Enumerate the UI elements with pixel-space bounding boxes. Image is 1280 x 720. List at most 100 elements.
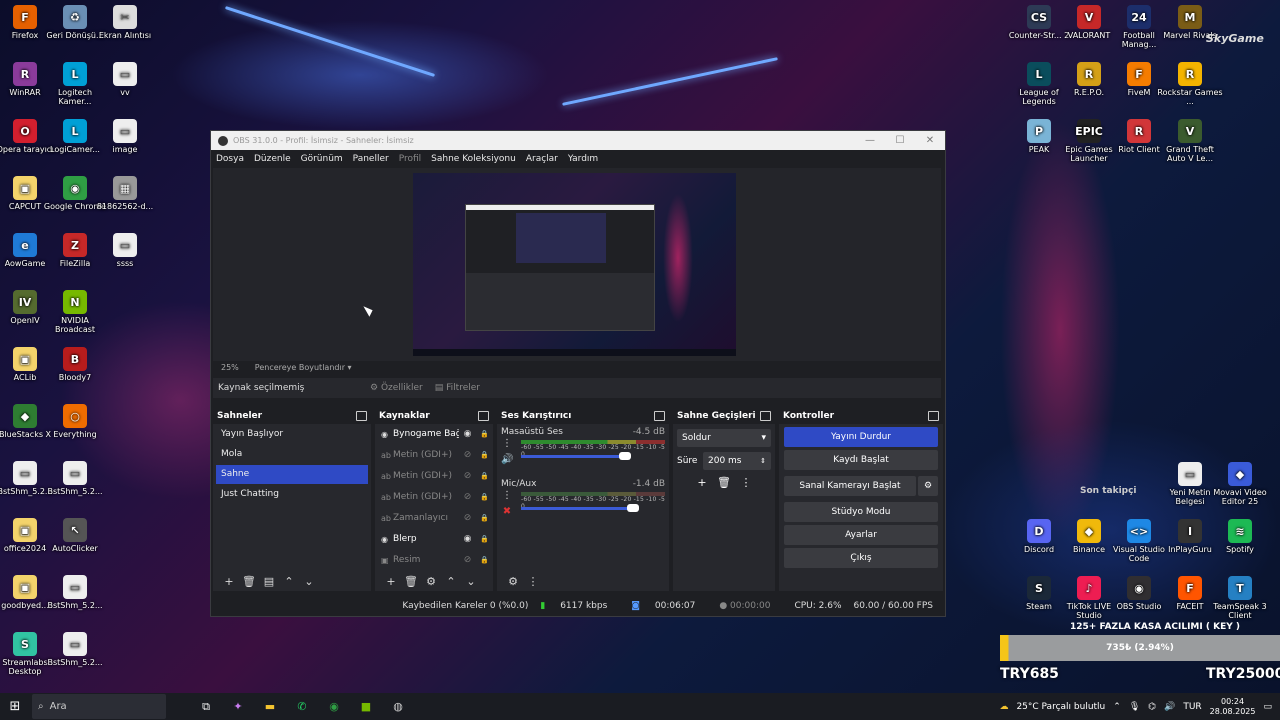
desktop-icon[interactable]: R Rockstar Games ... <box>1157 62 1223 106</box>
undock-icon[interactable] <box>928 411 939 421</box>
remove-source-icon[interactable]: 🗑 <box>401 575 421 588</box>
start-recording-button[interactable]: Kaydı Başlat <box>784 450 938 470</box>
taskbar-search[interactable]: ⌕ Ara <box>32 694 166 719</box>
channel-options-icon[interactable]: ⋮ <box>501 438 513 449</box>
menu-item[interactable]: Görünüm <box>296 154 348 164</box>
undock-icon[interactable] <box>760 411 771 421</box>
source-settings-icon[interactable]: ⚙ <box>421 575 441 588</box>
language-indicator[interactable]: TUR <box>1183 702 1201 712</box>
undock-icon[interactable] <box>654 411 665 421</box>
task-view-icon[interactable]: ⧉ <box>190 700 222 714</box>
menu-item[interactable]: Düzenle <box>249 154 296 164</box>
notification-icon[interactable]: ▭ <box>1263 702 1272 712</box>
source-item[interactable]: ab Metin (GDI+) ⊘ 🔒 <box>375 466 493 487</box>
transition-options-icon[interactable]: ⋮ <box>735 476 757 489</box>
clock[interactable]: 00:24 28.08.2025 <box>1210 697 1256 717</box>
channel-options-icon[interactable]: ⋮ <box>501 490 513 501</box>
tray-chevron-icon[interactable]: ⌃ <box>1113 702 1121 712</box>
lock-icon[interactable]: 🔒 <box>476 529 493 550</box>
zoom-mode-select[interactable]: Pencereye Boyutlandır ▾ <box>247 363 352 372</box>
move-down-icon[interactable]: ⌄ <box>299 575 319 588</box>
lock-icon[interactable]: 🔒 <box>476 508 493 529</box>
lock-icon[interactable]: 🔒 <box>476 550 493 571</box>
obs-taskbar-icon[interactable]: ◍ <box>382 700 414 713</box>
source-item[interactable]: ab Metin (GDI+) ⊘ 🔒 <box>375 445 493 466</box>
undock-icon[interactable] <box>356 411 367 421</box>
filters-button[interactable]: ▤ Filtreler <box>435 383 480 393</box>
start-virtual-camera-button[interactable]: Sanal Kamerayı Başlat <box>784 476 916 496</box>
menu-item[interactable]: Sahne Koleksiyonu <box>426 154 521 164</box>
duration-spinbox[interactable]: 200 ms ⇕ <box>703 452 771 470</box>
windows-start-icon[interactable]: ⊞ <box>0 699 30 714</box>
lock-icon[interactable]: 🔒 <box>476 445 493 466</box>
file-explorer-icon[interactable]: ▬ <box>254 700 286 713</box>
visibility-eye-icon[interactable]: ⊘ <box>459 445 476 466</box>
source-item[interactable]: ab Metin (GDI+) ⊘ 🔒 <box>375 487 493 508</box>
volume-slider[interactable] <box>521 452 631 460</box>
copilot-icon[interactable]: ✦ <box>222 700 254 713</box>
menu-item[interactable]: Paneller <box>348 154 394 164</box>
desktop-icon[interactable]: V Grand Theft Auto V Le... <box>1157 119 1223 163</box>
desktop-icon[interactable]: ▭ ssss <box>92 233 158 268</box>
preview-area[interactable] <box>213 168 941 361</box>
desktop-icon[interactable]: ▭ BstShm_5.2... <box>42 461 108 496</box>
more-options-icon[interactable]: ⋮ <box>523 575 543 588</box>
preview-canvas[interactable] <box>413 173 736 356</box>
speaker-icon[interactable]: 🔊 <box>501 454 513 465</box>
desktop-icon[interactable]: ▭ image <box>92 119 158 154</box>
visibility-eye-icon[interactable]: ⊘ <box>459 508 476 529</box>
visibility-eye-icon[interactable]: ⊘ <box>459 487 476 508</box>
scene-filters-icon[interactable]: ▤ <box>259 575 279 588</box>
whatsapp-icon[interactable]: ✆ <box>286 700 318 713</box>
desktop-icon[interactable]: ↖ AutoClicker <box>42 518 108 553</box>
menu-item[interactable]: Profil <box>394 154 426 164</box>
advanced-audio-icon[interactable]: ⚙ <box>503 575 523 588</box>
lock-icon[interactable]: 🔒 <box>476 466 493 487</box>
stop-streaming-button[interactable]: Yayını Durdur <box>784 427 938 447</box>
visibility-eye-icon[interactable]: ◉ <box>459 529 476 550</box>
lock-icon[interactable]: 🔒 <box>476 487 493 508</box>
virtual-camera-settings-icon[interactable]: ⚙ <box>918 476 938 496</box>
add-transition-icon[interactable]: + <box>691 476 713 489</box>
volume-knob[interactable] <box>627 504 640 512</box>
desktop-icon[interactable]: ◆ Movavi Video Editor 25 <box>1207 462 1273 506</box>
exit-button[interactable]: Çıkış <box>784 548 938 568</box>
network-icon[interactable]: ⌬ <box>1148 702 1156 712</box>
desktop-icon[interactable]: ✂ Ekran Alıntısı <box>92 5 158 40</box>
move-down-icon[interactable]: ⌄ <box>461 575 481 588</box>
add-scene-icon[interactable]: + <box>219 575 239 588</box>
desktop-icon[interactable]: ▭ BstShm_5.2... <box>42 575 108 610</box>
chrome-icon[interactable]: ◉ <box>318 700 350 713</box>
desktop-icon[interactable]: ▭ BstShm_5.2... <box>42 632 108 667</box>
lock-icon[interactable]: 🔒 <box>476 424 493 445</box>
desktop-icon[interactable]: T TeamSpeak 3 Client <box>1207 576 1273 620</box>
scene-item[interactable]: Yayın Başlıyor <box>216 425 368 444</box>
move-up-icon[interactable]: ⌃ <box>279 575 299 588</box>
properties-button[interactable]: ⚙ Özellikler <box>370 383 423 393</box>
visibility-eye-icon[interactable]: ⊘ <box>459 550 476 571</box>
desktop-icon[interactable]: B Bloody7 <box>42 347 108 382</box>
desktop-icon[interactable]: ≋ Spotify <box>1207 519 1273 554</box>
add-source-icon[interactable]: + <box>381 575 401 588</box>
scene-item[interactable]: Sahne <box>216 465 368 484</box>
muted-speaker-icon[interactable]: ✖ <box>501 506 513 517</box>
close-icon[interactable]: ✕ <box>915 135 945 146</box>
desktop-icon[interactable]: N NVIDIA Broadcast <box>42 290 108 334</box>
menu-item[interactable]: Dosya <box>211 154 249 164</box>
menu-item[interactable]: Yardım <box>563 154 603 164</box>
spin-arrows-icon[interactable]: ⇕ <box>760 457 766 465</box>
visibility-eye-icon[interactable]: ◉ <box>459 424 476 445</box>
volume-icon[interactable]: 🔊 <box>1164 702 1175 712</box>
source-item[interactable]: ▣ Resim ⊘ 🔒 <box>375 550 493 571</box>
source-item[interactable]: ◉Bynogame Bağış◉🔒 <box>375 424 493 445</box>
transition-select[interactable]: Soldur ▾ <box>677 429 771 447</box>
visibility-eye-icon[interactable]: ⊘ <box>459 466 476 487</box>
move-up-icon[interactable]: ⌃ <box>441 575 461 588</box>
scene-item[interactable]: Just Chatting <box>216 485 368 504</box>
desktop-icon[interactable]: ▦ 81862562-d... <box>92 176 158 211</box>
nvidia-icon[interactable]: ■ <box>350 700 382 713</box>
microphone-icon[interactable]: 🎙 <box>1129 702 1140 712</box>
maximize-icon[interactable]: ☐ <box>885 135 915 146</box>
weather-text[interactable]: 25°C Parçalı bulutlu <box>1016 702 1105 712</box>
volume-knob[interactable] <box>618 452 631 460</box>
